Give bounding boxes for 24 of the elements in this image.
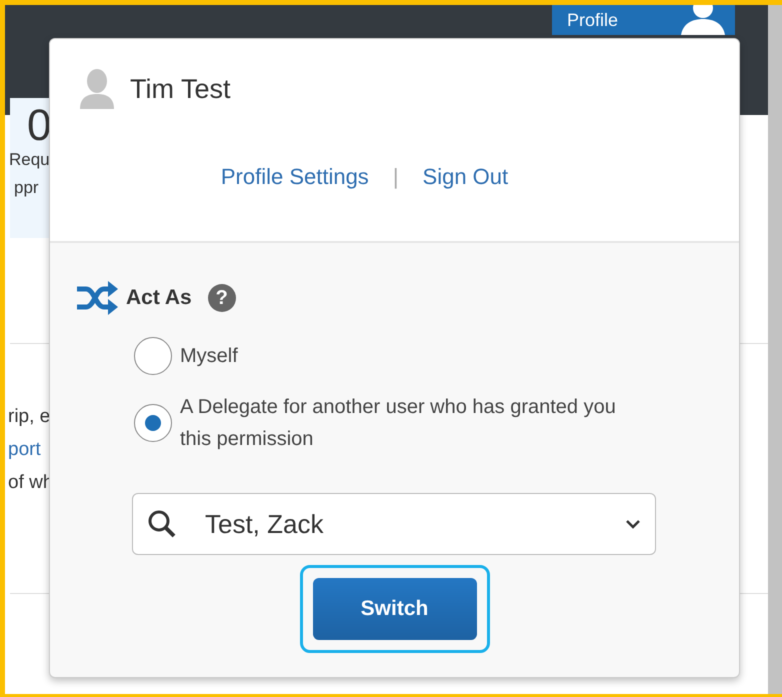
user-icon bbox=[80, 69, 114, 110]
user-name: Tim Test bbox=[130, 73, 231, 106]
shuffle-icon bbox=[76, 281, 118, 315]
body-text: rip, e bbox=[8, 405, 50, 429]
tile-label: Requ bbox=[9, 149, 50, 171]
caret-icon bbox=[625, 518, 641, 530]
option-label: A Delegate for another user who has granted you this permission bbox=[180, 395, 617, 452]
text-link[interactable]: port bbox=[8, 436, 41, 464]
search-icon bbox=[147, 509, 177, 539]
scrollbar[interactable] bbox=[768, 5, 782, 694]
radio-button[interactable] bbox=[134, 337, 172, 375]
avatar-icon bbox=[679, 5, 727, 35]
count-text: 0 bbox=[27, 100, 52, 152]
profile-button[interactable]: Profile bbox=[552, 5, 735, 35]
profile-settings-link[interactable]: Profile Settings bbox=[220, 160, 369, 192]
help-icon[interactable]: ? bbox=[208, 284, 236, 312]
tile-label: ppr bbox=[14, 177, 39, 199]
section-title: Act As bbox=[126, 285, 192, 312]
radio-button[interactable] bbox=[134, 404, 172, 442]
sign-out-link[interactable]: Sign Out bbox=[422, 160, 508, 192]
option-label: Myself bbox=[180, 344, 238, 369]
separator-text: | bbox=[392, 162, 399, 191]
switch-button[interactable]: Switch bbox=[312, 578, 476, 640]
delegate-select-field[interactable]: Test, Zack bbox=[132, 493, 656, 555]
